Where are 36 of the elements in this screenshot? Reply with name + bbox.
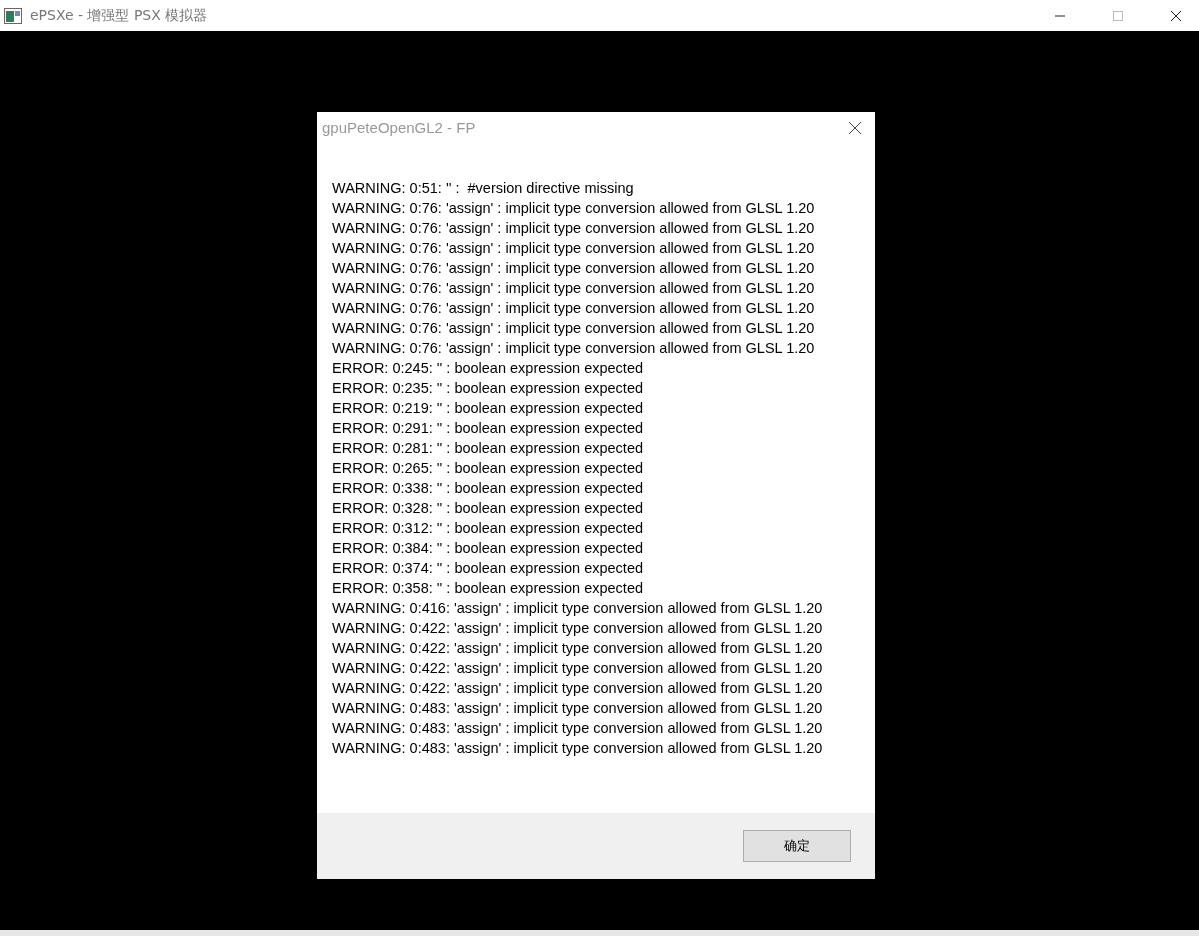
log-line: WARNING: 0:416: 'assign' : implicit type conversion allowed from GLSL 1.20 [332, 599, 823, 618]
log-line: ERROR: 0:235: '' : boolean expression expected [332, 379, 644, 398]
log-line: WARNING: 0:76: 'assign' : implicit type conversion allowed from GLSL 1.20 [332, 219, 815, 238]
ok-button[interactable]: 确定 [743, 830, 851, 862]
close-icon [1170, 9, 1182, 22]
app-icon [4, 7, 22, 24]
log-line: ERROR: 0:219: '' : boolean expression expected [332, 399, 644, 418]
log-line: WARNING: 0:422: 'assign' : implicit type conversion allowed from GLSL 1.20 [332, 659, 823, 678]
log-line: ERROR: 0:338: '' : boolean expression expected [332, 479, 644, 498]
maximize-icon [1112, 9, 1124, 22]
window-title: ePSXe - 增强型 PSX 模拟器 [30, 6, 208, 25]
log-line: WARNING: 0:422: 'assign' : implicit type conversion allowed from GLSL 1.20 [332, 619, 823, 638]
log-line: WARNING: 0:76: 'assign' : implicit type conversion allowed from GLSL 1.20 [332, 259, 815, 278]
log-line: WARNING: 0:422: 'assign' : implicit type conversion allowed from GLSL 1.20 [332, 679, 823, 698]
log-line: WARNING: 0:76: 'assign' : implicit type conversion allowed from GLSL 1.20 [332, 279, 815, 298]
log-line: WARNING: 0:76: 'assign' : implicit type conversion allowed from GLSL 1.20 [332, 199, 815, 218]
log-line: ERROR: 0:281: '' : boolean expression expected [332, 439, 644, 458]
log-line: WARNING: 0:76: 'assign' : implicit type conversion allowed from GLSL 1.20 [332, 339, 815, 358]
log-line: ERROR: 0:265: '' : boolean expression expected [332, 459, 644, 478]
log-line: ERROR: 0:312: '' : boolean expression expected [332, 519, 644, 538]
log-line: ERROR: 0:384: '' : boolean expression expected [332, 539, 644, 558]
dialog-title: gpuPeteOpenGL2 - FP [322, 119, 476, 136]
log-line: WARNING: 0:422: 'assign' : implicit type conversion allowed from GLSL 1.20 [332, 639, 823, 658]
log-line: ERROR: 0:291: '' : boolean expression expected [332, 419, 644, 438]
log-line: WARNING: 0:483: 'assign' : implicit type conversion allowed from GLSL 1.20 [332, 739, 823, 758]
log-line: WARNING: 0:76: 'assign' : implicit type conversion allowed from GLSL 1.20 [332, 239, 815, 258]
log-line: ERROR: 0:328: '' : boolean expression expected [332, 499, 644, 518]
log-line: WARNING: 0:51: '' : #version directive missing [332, 179, 634, 198]
log-line: ERROR: 0:374: '' : boolean expression expected [332, 559, 644, 578]
log-line: ERROR: 0:245: '' : boolean expression expected [332, 359, 644, 378]
log-line: ERROR: 0:358: '' : boolean expression expected [332, 579, 644, 598]
log-line: WARNING: 0:76: 'assign' : implicit type conversion allowed from GLSL 1.20 [332, 299, 815, 318]
log-line: WARNING: 0:483: 'assign' : implicit type conversion allowed from GLSL 1.20 [332, 699, 823, 718]
log-line: WARNING: 0:76: 'assign' : implicit type conversion allowed from GLSL 1.20 [332, 319, 815, 338]
close-icon [848, 120, 862, 135]
log-line: WARNING: 0:483: 'assign' : implicit type conversion allowed from GLSL 1.20 [332, 719, 823, 738]
